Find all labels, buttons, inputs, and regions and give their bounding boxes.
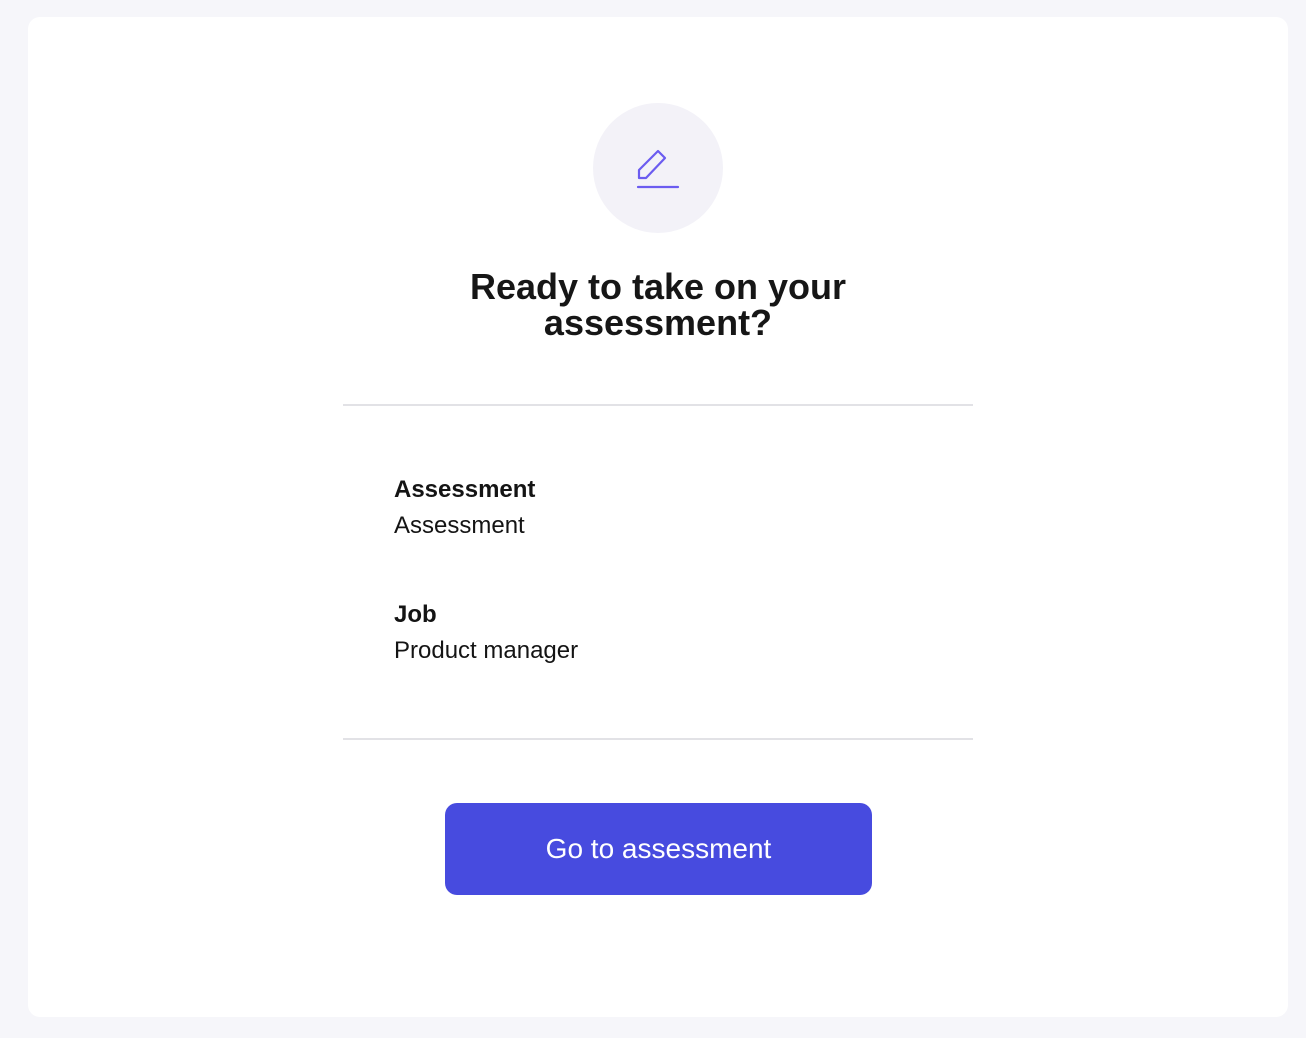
job-detail: Job Product manager: [394, 601, 578, 665]
job-label: Job: [394, 601, 437, 628]
assessment-detail: Assessment Assessment: [394, 476, 535, 540]
go-to-assessment-button[interactable]: Go to assessment: [445, 803, 872, 895]
assessment-card: Ready to take on your assessment? Assess…: [28, 17, 1288, 1017]
assessment-value: Assessment: [394, 512, 525, 539]
assessment-label: Assessment: [394, 476, 536, 503]
job-value: Product manager: [394, 637, 579, 664]
icon-badge: [593, 103, 723, 233]
pencil-edit-icon: [636, 149, 680, 189]
page-title: Ready to take on your assessment?: [469, 266, 847, 343]
top-divider: [343, 404, 973, 406]
bottom-divider: [343, 738, 973, 740]
